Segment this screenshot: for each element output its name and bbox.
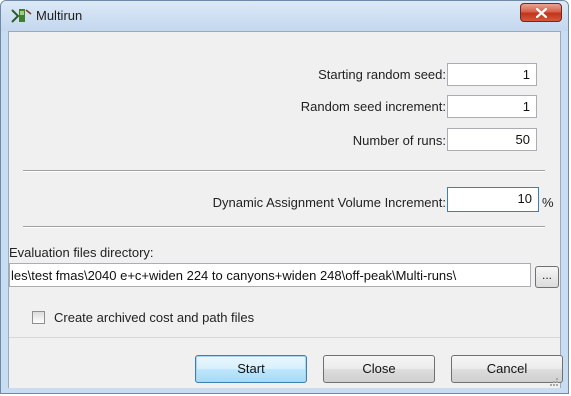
percent-unit-label: % (542, 195, 554, 210)
separator (23, 226, 545, 228)
number-of-runs-label: Number of runs: (352, 133, 446, 148)
evaluation-directory-label: Evaluation files directory: (9, 245, 154, 260)
cancel-button[interactable]: Cancel (451, 355, 563, 383)
dialog-body: Starting random seed: 1 Random seed incr… (8, 31, 563, 388)
title-bar: Multirun (1, 1, 568, 31)
start-button[interactable]: Start (195, 355, 307, 383)
resize-grip-icon[interactable] (549, 377, 559, 387)
multirun-dialog: Multirun Starting random seed: 1 Random … (0, 0, 569, 394)
starting-seed-input[interactable]: 1 (447, 63, 537, 86)
number-of-runs-input[interactable]: 50 (447, 128, 537, 151)
seed-increment-input[interactable]: 1 (447, 95, 537, 118)
dav-increment-input[interactable]: 10 (447, 187, 539, 212)
dav-increment-label: Dynamic Assignment Volume Increment: (212, 195, 446, 210)
starting-seed-label: Starting random seed: (318, 67, 446, 82)
close-button[interactable]: Close (323, 355, 435, 383)
evaluation-directory-input[interactable]: les\test fmas\2040 e+c+widen 224 to cany… (9, 263, 531, 287)
browse-button[interactable]: ... (535, 266, 559, 288)
close-icon (536, 8, 547, 18)
separator (23, 170, 545, 172)
window-title: Multirun (36, 8, 83, 23)
button-bar: Start Close Cancel (9, 337, 563, 388)
archive-checkbox[interactable] (32, 311, 45, 324)
archive-checkbox-label[interactable]: Create archived cost and path files (54, 310, 254, 325)
multirun-app-icon (11, 7, 33, 25)
seed-increment-label: Random seed increment: (300, 99, 446, 114)
window-close-button[interactable] (520, 3, 562, 22)
